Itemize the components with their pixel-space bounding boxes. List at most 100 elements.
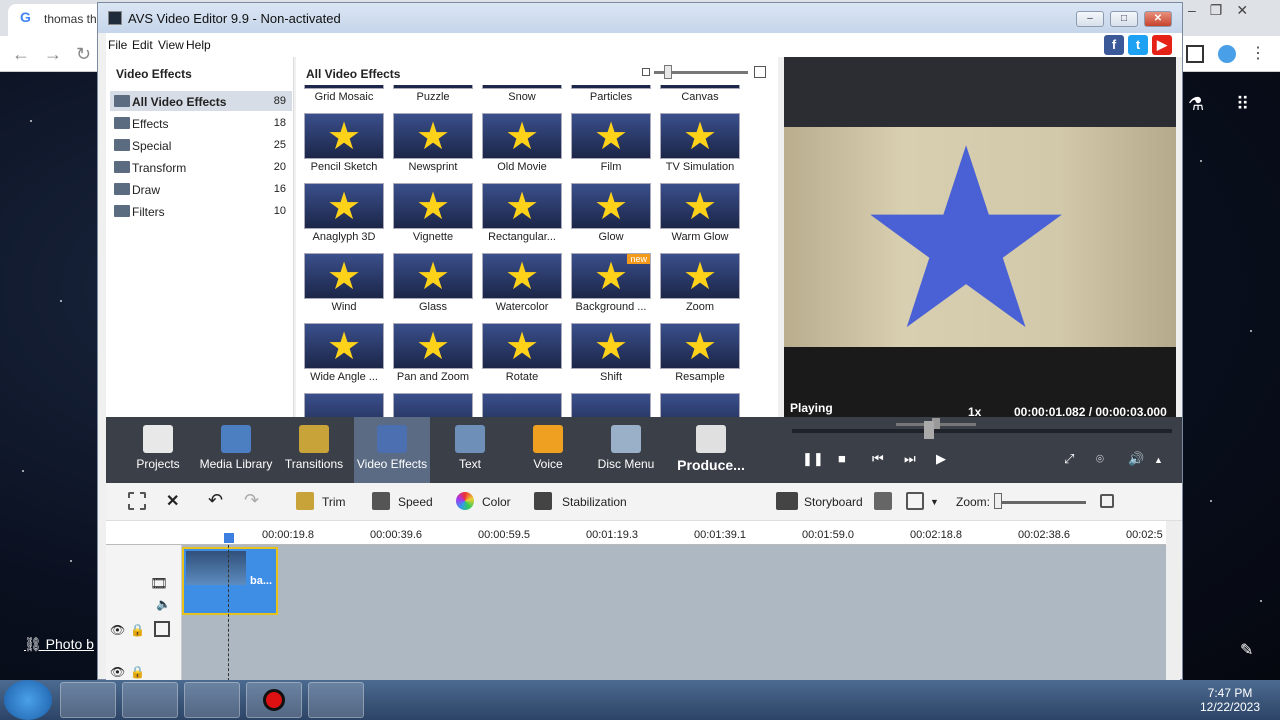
tool-voice[interactable]: Voice bbox=[510, 417, 586, 483]
timeline-zoom-handle[interactable] bbox=[994, 493, 1002, 509]
extension-icon[interactable] bbox=[1218, 45, 1236, 63]
stabilization-button[interactable]: Stabilization bbox=[562, 495, 627, 509]
effect-tile[interactable]: ★ TV Simulation bbox=[660, 113, 740, 177]
category-item[interactable]: Filters 10 bbox=[110, 201, 292, 221]
tool-text[interactable]: Text bbox=[432, 417, 508, 483]
effect-tile[interactable]: ★ Resample bbox=[660, 323, 740, 387]
seek-bar[interactable] bbox=[792, 429, 1172, 433]
mute-icon[interactable]: 🔈 bbox=[156, 597, 171, 611]
timeline-scrollbar[interactable] bbox=[1166, 521, 1180, 681]
effect-tile[interactable]: ★ Canvas bbox=[660, 85, 740, 107]
chrome-taskbar-icon[interactable] bbox=[60, 682, 116, 718]
effect-tile[interactable]: ★ Puzzle bbox=[393, 85, 473, 107]
forward-icon[interactable]: → bbox=[44, 44, 62, 65]
lock-icon[interactable]: 🔒 bbox=[130, 623, 145, 637]
effect-tile[interactable]: ★ Warm Glow bbox=[660, 183, 740, 247]
thumbnail-large-icon[interactable] bbox=[754, 66, 766, 78]
tool-media-library[interactable]: Media Library bbox=[198, 417, 274, 483]
snapshot-icon[interactable]: ⌾ bbox=[1096, 451, 1104, 467]
photo-credit-link[interactable]: ⛓ Photo b bbox=[24, 636, 94, 653]
avs-taskbar-icon[interactable] bbox=[308, 682, 364, 718]
effect-tile[interactable] bbox=[660, 393, 740, 417]
effect-tile[interactable]: ★ Watercolor bbox=[482, 253, 562, 317]
system-clock[interactable]: 7:47 PM 12/22/2023 bbox=[1192, 686, 1268, 714]
storyboard-button[interactable]: Storyboard bbox=[804, 495, 863, 509]
category-item[interactable]: Draw 16 bbox=[110, 179, 292, 199]
twitter-icon[interactable]: t bbox=[1128, 35, 1148, 55]
effect-tile[interactable]: ★ Vignette bbox=[393, 183, 473, 247]
effect-tile[interactable]: ★ Snow bbox=[482, 85, 562, 107]
timeline-zoom-slider[interactable] bbox=[996, 501, 1086, 504]
effect-tile[interactable]: ★ Newsprint bbox=[393, 113, 473, 177]
facebook-icon[interactable]: f bbox=[1104, 35, 1124, 55]
more-icon[interactable]: ⋮ bbox=[1250, 45, 1268, 63]
category-item[interactable]: Transform 20 bbox=[110, 157, 292, 177]
effect-tile[interactable]: ★ Glow bbox=[571, 183, 651, 247]
effect-tile[interactable] bbox=[482, 393, 562, 417]
preview-video[interactable]: ★ bbox=[784, 127, 1176, 347]
split-icon[interactable] bbox=[128, 492, 146, 510]
effect-tile[interactable]: ★ Film bbox=[571, 113, 651, 177]
recorder-taskbar-icon[interactable] bbox=[246, 682, 302, 718]
effect-tile[interactable]: ★ Rotate bbox=[482, 323, 562, 387]
menu-edit[interactable]: Edit bbox=[132, 38, 153, 52]
volume-icon[interactable]: 🔊 bbox=[1128, 451, 1144, 467]
effect-tile[interactable]: ★ Zoom bbox=[660, 253, 740, 317]
close-icon[interactable]: ✕ bbox=[1236, 2, 1248, 20]
previous-frame-icon[interactable]: ⏮ bbox=[872, 451, 884, 467]
menu-view[interactable]: View bbox=[158, 38, 184, 52]
fit-timeline-icon[interactable] bbox=[1100, 494, 1114, 508]
tool-transitions[interactable]: Transitions bbox=[276, 417, 352, 483]
effect-tile[interactable]: ★ Anaglyph 3D bbox=[304, 183, 384, 247]
effect-tile[interactable]: ★ Pencil Sketch bbox=[304, 113, 384, 177]
redo-icon[interactable]: ↷ bbox=[244, 490, 259, 511]
delete-icon[interactable]: ✕ bbox=[166, 491, 179, 511]
close-button[interactable]: ✕ bbox=[1144, 11, 1172, 27]
next-frame-icon[interactable]: ⏭ bbox=[904, 451, 916, 467]
tool-video-effects[interactable]: Video Effects bbox=[354, 417, 430, 483]
effect-tile[interactable]: ★ Old Movie bbox=[482, 113, 562, 177]
tool-disc-menu[interactable]: Disc Menu bbox=[588, 417, 664, 483]
apps-grid-icon[interactable]: ⠿ bbox=[1236, 94, 1249, 115]
effect-tile[interactable]: ★ new Background ... bbox=[571, 253, 651, 317]
effect-tile[interactable] bbox=[571, 393, 651, 417]
thumbnail-size-handle[interactable] bbox=[664, 65, 672, 79]
back-icon[interactable]: ← bbox=[12, 44, 30, 65]
flask-icon[interactable]: ⚗ bbox=[1188, 94, 1204, 115]
reload-icon[interactable]: ↻ bbox=[76, 44, 91, 65]
start-button[interactable] bbox=[4, 680, 52, 720]
volume-dropdown-icon[interactable]: ▲ bbox=[1154, 455, 1163, 465]
audio-mixer-icon[interactable] bbox=[874, 492, 892, 510]
effect-tile[interactable]: ★ Rectangular... bbox=[482, 183, 562, 247]
fullscreen-icon[interactable]: ⤢ bbox=[1064, 451, 1074, 467]
maximize-button[interactable]: □ bbox=[1110, 11, 1138, 27]
lock-icon[interactable]: 🔒 bbox=[130, 665, 145, 679]
category-item[interactable]: Special 25 bbox=[110, 135, 292, 155]
effect-tile[interactable]: ★ Glass bbox=[393, 253, 473, 317]
tool-produce[interactable]: Produce... bbox=[666, 417, 756, 483]
eye-icon[interactable]: 👁 bbox=[110, 665, 125, 679]
tool-projects[interactable]: Projects bbox=[120, 417, 196, 483]
sidepanel-icon[interactable] bbox=[1186, 45, 1204, 63]
display-mode-icon[interactable] bbox=[906, 492, 924, 510]
category-item[interactable]: Effects 18 bbox=[110, 113, 292, 133]
restore-icon[interactable]: ❐ bbox=[1210, 2, 1223, 20]
pencil-icon[interactable]: ✎ bbox=[1240, 640, 1253, 660]
video-clip[interactable]: ba... bbox=[182, 547, 278, 615]
pause-icon[interactable]: ❚❚ bbox=[802, 451, 824, 467]
effect-tile[interactable]: ★ Wind bbox=[304, 253, 384, 317]
effect-tile[interactable]: ★ Wide Angle ... bbox=[304, 323, 384, 387]
effect-tile[interactable]: ★ Grid Mosaic bbox=[304, 85, 384, 107]
effect-tile[interactable]: ★ Particles bbox=[571, 85, 651, 107]
undo-icon[interactable]: ↶ bbox=[208, 490, 223, 511]
computer-taskbar-icon[interactable] bbox=[184, 682, 240, 718]
tracks-area[interactable]: ba... bbox=[182, 535, 1166, 681]
menu-file[interactable]: File bbox=[108, 38, 127, 52]
stop-icon[interactable]: ■ bbox=[838, 451, 846, 466]
seek-handle[interactable] bbox=[924, 421, 934, 439]
minimize-icon[interactable]: – bbox=[1188, 2, 1196, 20]
playhead-marker[interactable] bbox=[224, 533, 234, 543]
category-item[interactable]: All Video Effects 89 bbox=[110, 91, 292, 111]
effect-tile[interactable] bbox=[393, 393, 473, 417]
speed-button[interactable]: Speed bbox=[398, 495, 433, 509]
